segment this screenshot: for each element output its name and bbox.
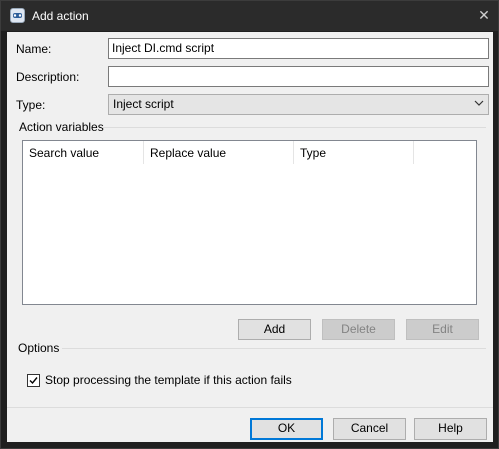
title-bar[interactable]: Add action ✕ xyxy=(1,1,498,31)
column-header-replace-value[interactable]: Replace value xyxy=(144,141,294,164)
name-field[interactable]: Inject DI.cmd script xyxy=(108,38,489,59)
ok-button[interactable]: OK xyxy=(250,418,323,440)
description-field[interactable] xyxy=(108,66,489,87)
options-group-label: Options xyxy=(18,341,60,355)
add-action-dialog: Add action ✕ Name: Inject DI.cmd script … xyxy=(0,0,499,449)
window-title: Add action xyxy=(32,9,89,23)
column-header-type[interactable]: Type xyxy=(294,141,414,164)
delete-button[interactable]: Delete xyxy=(322,319,395,340)
stop-processing-label[interactable]: Stop processing the template if this act… xyxy=(45,373,292,387)
name-label: Name: xyxy=(16,42,52,56)
dialog-body: Name: Inject DI.cmd script Description: … xyxy=(7,32,493,442)
column-header-search-value[interactable]: Search value xyxy=(23,141,144,164)
footer-divider xyxy=(7,407,493,408)
group-divider xyxy=(102,127,486,128)
check-icon xyxy=(29,377,38,385)
add-button[interactable]: Add xyxy=(238,319,311,340)
edit-button[interactable]: Edit xyxy=(406,319,479,340)
options-divider xyxy=(62,348,486,349)
help-button[interactable]: Help xyxy=(414,418,487,440)
action-variables-group-label: Action variables xyxy=(19,120,104,134)
description-label: Description: xyxy=(16,70,80,84)
type-label: Type: xyxy=(16,98,46,112)
close-icon[interactable]: ✕ xyxy=(473,5,495,25)
action-variables-list[interactable]: Search value Replace value Type xyxy=(22,140,477,305)
chevron-down-icon xyxy=(474,96,484,113)
app-icon xyxy=(10,8,25,23)
stop-processing-checkbox[interactable] xyxy=(27,374,40,387)
type-dropdown[interactable]: Inject script xyxy=(108,94,489,115)
type-dropdown-value: Inject script xyxy=(113,97,174,111)
cancel-button[interactable]: Cancel xyxy=(333,418,406,440)
